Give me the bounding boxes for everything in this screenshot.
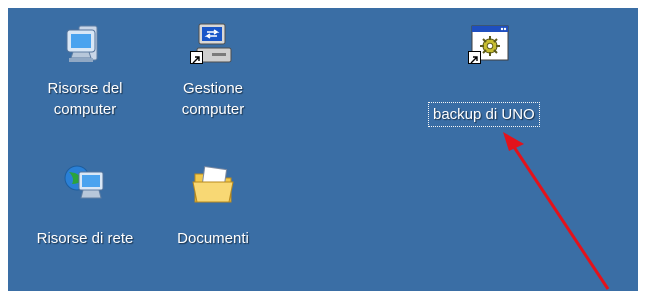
screenshot-frame: Risorse del computer Gestione computer R… (0, 0, 645, 299)
desktop: Risorse del computer Gestione computer R… (8, 8, 638, 291)
annotation-arrow-icon (503, 132, 610, 290)
